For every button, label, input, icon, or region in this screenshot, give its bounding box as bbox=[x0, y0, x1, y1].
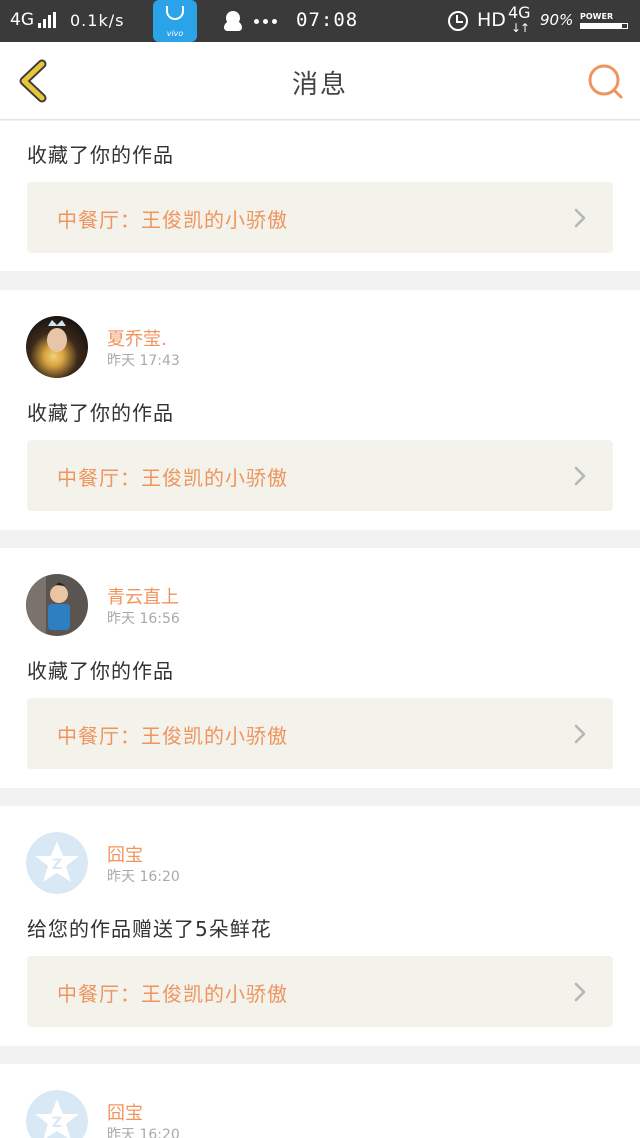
default-avatar-icon[interactable]: Z bbox=[26, 1090, 88, 1138]
battery-icon bbox=[580, 23, 628, 29]
chevron-right-icon bbox=[574, 724, 586, 744]
vivo-app-store-icon: vivo bbox=[153, 0, 197, 42]
message-card: 夏乔莹. 昨天 17:43 收藏了你的作品 中餐厅：王俊凯的小骄傲 bbox=[0, 290, 640, 530]
message-card: Z 囧宝 昨天 16:20 bbox=[0, 1064, 640, 1138]
default-avatar-icon[interactable]: Z bbox=[26, 832, 88, 894]
alarm-icon bbox=[448, 11, 468, 31]
svg-text:Z: Z bbox=[52, 857, 62, 873]
work-link[interactable]: 中餐厅：王俊凯的小骄傲 bbox=[27, 182, 613, 253]
message-time: 昨天 16:56 bbox=[107, 611, 180, 627]
avatar[interactable] bbox=[26, 316, 88, 378]
battery-percent: 90% bbox=[540, 11, 574, 29]
vivo-label: vivo bbox=[166, 29, 184, 38]
user-name[interactable]: 囧宝 bbox=[107, 841, 143, 867]
work-title: 中餐厅：王俊凯的小骄傲 bbox=[57, 724, 288, 748]
chevron-right-icon bbox=[574, 466, 586, 486]
chevron-right-icon bbox=[574, 982, 586, 1002]
more-dots-icon bbox=[254, 19, 277, 24]
data-arrows-icon: ↓↑ bbox=[511, 21, 530, 35]
avatar[interactable] bbox=[26, 574, 88, 636]
work-title: 中餐厅：王俊凯的小骄傲 bbox=[57, 982, 288, 1006]
search-icon[interactable] bbox=[586, 62, 624, 100]
user-name[interactable]: 囧宝 bbox=[107, 1099, 143, 1125]
page-title: 消息 bbox=[291, 70, 348, 100]
user-name[interactable]: 青云直上 bbox=[107, 583, 179, 609]
message-action: 收藏了你的作品 bbox=[27, 401, 174, 425]
message-action: 给您的作品赠送了5朵鲜花 bbox=[27, 917, 272, 941]
message-action: 收藏了你的作品 bbox=[27, 659, 174, 683]
message-card: 收藏了你的作品 中餐厅：王俊凯的小骄傲 bbox=[0, 121, 640, 271]
qq-icon bbox=[224, 11, 242, 31]
message-card: 青云直上 昨天 16:56 收藏了你的作品 中餐厅：王俊凯的小骄傲 bbox=[0, 548, 640, 788]
message-time: 昨天 17:43 bbox=[107, 353, 180, 369]
power-label: POWER bbox=[580, 12, 614, 21]
svg-text:Z: Z bbox=[52, 1115, 62, 1131]
work-link[interactable]: 中餐厅：王俊凯的小骄傲 bbox=[27, 440, 613, 511]
network-type-secondary: 4G bbox=[508, 3, 531, 22]
work-link[interactable]: 中餐厅：王俊凯的小骄傲 bbox=[27, 956, 613, 1027]
message-time: 昨天 16:20 bbox=[107, 1127, 180, 1138]
message-card: Z 囧宝 昨天 16:20 给您的作品赠送了5朵鲜花 中餐厅：王俊凯的小骄傲 bbox=[0, 806, 640, 1046]
status-bar: 4G 0.1k/s vivo 07:08 HD 4G ↓↑ 90% POWER bbox=[0, 0, 640, 42]
network-speed: 0.1k/s bbox=[70, 10, 125, 30]
work-title: 中餐厅：王俊凯的小骄傲 bbox=[57, 208, 288, 232]
work-title: 中餐厅：王俊凯的小骄傲 bbox=[57, 466, 288, 490]
hd-indicator: HD bbox=[477, 9, 506, 31]
work-link[interactable]: 中餐厅：王俊凯的小骄傲 bbox=[27, 698, 613, 769]
chevron-right-icon bbox=[574, 208, 586, 228]
status-bar-left: 4G 0.1k/s bbox=[10, 10, 124, 30]
nav-bar: 消息 bbox=[0, 42, 640, 120]
network-type: 4G bbox=[10, 10, 34, 30]
message-time: 昨天 16:20 bbox=[107, 869, 180, 885]
user-name[interactable]: 夏乔莹. bbox=[107, 325, 167, 351]
clock: 07:08 bbox=[296, 9, 359, 31]
signal-icon bbox=[38, 12, 56, 28]
message-action: 收藏了你的作品 bbox=[27, 143, 174, 167]
